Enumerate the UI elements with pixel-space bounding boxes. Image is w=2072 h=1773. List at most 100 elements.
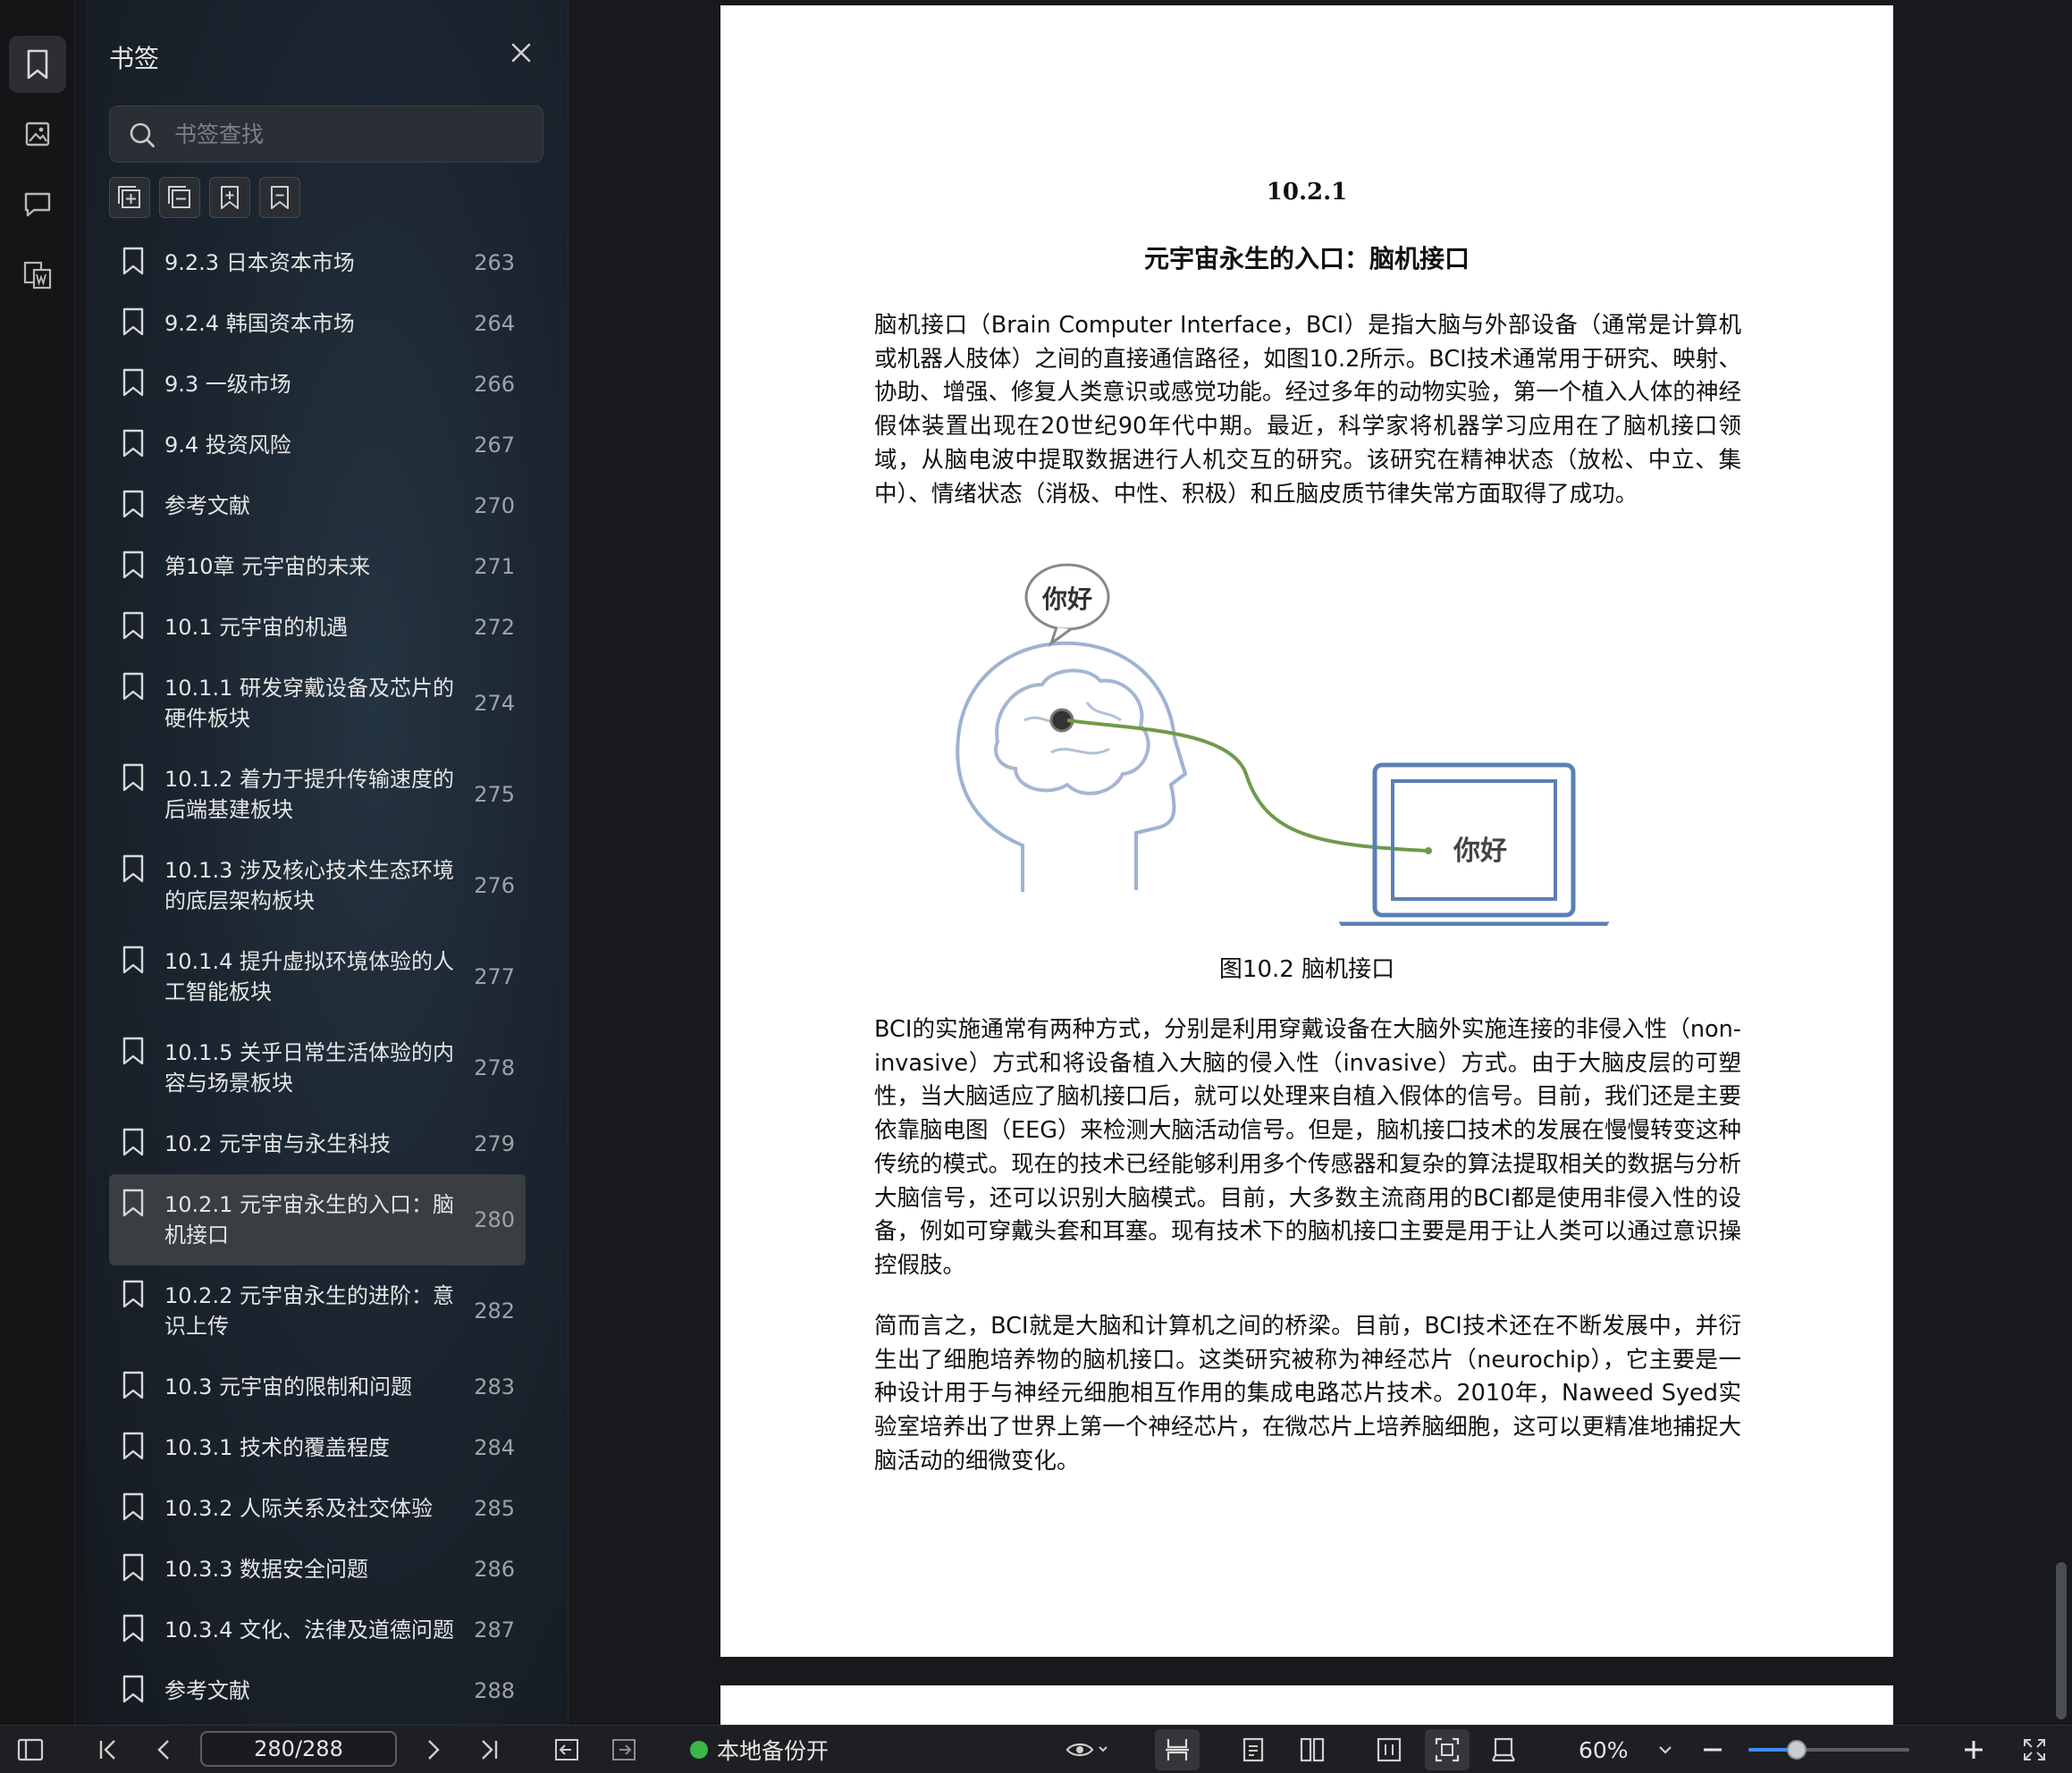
page-number-input[interactable]: 280/288 <box>200 1731 397 1767</box>
thumbnail-panel-button[interactable] <box>9 105 66 163</box>
bookmark-item[interactable]: 参考文献 270 <box>109 475 526 536</box>
backup-status[interactable]: 本地备份开 <box>690 1726 829 1773</box>
bookmark-label: 10.3.4 文化、法律及道德问题 <box>164 1618 454 1643</box>
bookmark-icon <box>122 359 164 397</box>
last-page-icon <box>482 1740 498 1760</box>
bookmark-label: 10.2 元宇宙与永生科技 <box>164 1131 392 1156</box>
zoom-dropdown-button[interactable] <box>1652 1726 1679 1773</box>
bookmark-panel-button[interactable] <box>9 36 66 93</box>
bci-illustration: 你好 你好 <box>956 563 1610 941</box>
bookmark-item[interactable]: 10.1.2 着力于提升传输速度的后端基建板块 275 <box>109 749 526 840</box>
zoom-out-button[interactable] <box>1697 1726 1729 1773</box>
bookmark-page-number: 288 <box>474 1678 515 1703</box>
zoom-in-button[interactable] <box>1958 1726 1990 1773</box>
bookmark-page-number: 277 <box>474 964 515 989</box>
bookmark-page-number: 280 <box>474 1207 515 1232</box>
continuous-page-button[interactable] <box>1155 1729 1200 1770</box>
fit-page-button[interactable] <box>1425 1729 1470 1770</box>
toggle-sidebar-button[interactable] <box>13 1726 48 1773</box>
bookmark-item[interactable]: 9.2.4 韩国资本市场 264 <box>109 293 526 354</box>
remove-bookmark-button[interactable] <box>259 177 300 218</box>
chevron-right-icon <box>428 1740 440 1760</box>
fullscreen-button[interactable] <box>2017 1726 2052 1773</box>
bookmark-search-input[interactable] <box>174 106 532 162</box>
bookmark-item[interactable]: 9.4 投资风险 267 <box>109 415 526 475</box>
bookmark-item[interactable]: 10.3.3 数据安全问题 286 <box>109 1539 526 1600</box>
bookmark-icon <box>122 542 164 579</box>
bookmark-item[interactable]: 10.3 元宇宙的限制和问题 283 <box>109 1357 526 1417</box>
bookmark-label: 10.3.3 数据安全问题 <box>164 1557 368 1582</box>
bookmark-item[interactable]: 10.2.2 元宇宙永生的进阶：意识上传 282 <box>109 1265 526 1357</box>
two-page-icon <box>1300 1737 1325 1762</box>
bookmark-item[interactable]: 10.1.4 提升虚拟环境体验的人工智能板块 277 <box>109 931 526 1022</box>
bookmark-search-box <box>109 105 543 163</box>
last-page-button[interactable] <box>474 1726 504 1773</box>
eye-protection-dropdown[interactable] <box>1060 1726 1114 1773</box>
zoom-slider-knob[interactable] <box>1787 1740 1807 1760</box>
bookmark-page-number: 285 <box>474 1496 515 1521</box>
bookmark-page-number: 284 <box>474 1435 515 1460</box>
go-forward-button[interactable] <box>608 1726 640 1773</box>
bookmark-icon <box>27 49 48 80</box>
bookmark-item[interactable]: 9.3 一级市场 266 <box>109 354 526 415</box>
document-scrollbar[interactable] <box>2056 1562 2067 1719</box>
add-bookmark-icon <box>221 186 239 209</box>
next-pdf-page <box>720 1685 1893 1730</box>
single-page-button[interactable] <box>1234 1726 1273 1773</box>
bookmark-icon <box>122 602 164 640</box>
close-panel-button[interactable] <box>506 38 536 68</box>
bubble-text: 你好 <box>1041 584 1092 614</box>
bookmark-icon <box>122 1028 164 1065</box>
bookmark-icon <box>122 1271 164 1308</box>
zoom-slider[interactable] <box>1748 1740 1909 1760</box>
expand-all-button[interactable] <box>109 177 150 218</box>
collapse-all-button[interactable] <box>159 177 200 218</box>
previous-page-button[interactable] <box>148 1726 179 1773</box>
close-icon <box>511 43 531 63</box>
bookmark-item[interactable]: 9.2.3 日本资本市场 263 <box>109 232 526 293</box>
plus-icon <box>1965 1741 1983 1759</box>
figure-caption: 图10.2 脑机接口 <box>1218 956 1395 983</box>
bookmark-label: 10.2.2 元宇宙永生的进阶：意识上传 <box>164 1283 454 1339</box>
bookmark-label: 10.1 元宇宙的机遇 <box>164 615 349 640</box>
bookmark-icon <box>122 1483 164 1521</box>
bookmark-page-number: 266 <box>474 372 515 397</box>
chevron-down-icon <box>1659 1746 1672 1754</box>
search-icon <box>130 122 155 147</box>
bookmark-icon <box>122 1666 164 1703</box>
bookmark-item[interactable]: 10.3.4 文化、法律及道德问题 287 <box>109 1600 526 1660</box>
comment-icon <box>24 192 51 217</box>
bookmark-item[interactable]: 第10章 元宇宙的未来 271 <box>109 536 526 597</box>
read-mode-button[interactable] <box>1484 1726 1523 1773</box>
comment-panel-button[interactable] <box>9 175 66 232</box>
bookmark-icon <box>122 845 164 883</box>
bookmark-label: 10.3.1 技术的覆盖程度 <box>164 1435 390 1460</box>
bookmark-item[interactable]: 参考文献 288 <box>109 1660 526 1721</box>
bookmark-item[interactable]: 10.3.2 人际关系及社交体验 285 <box>109 1478 526 1539</box>
next-page-button[interactable] <box>418 1726 449 1773</box>
bookmark-label: 第10章 元宇宙的未来 <box>164 554 371 579</box>
two-page-button[interactable] <box>1293 1726 1332 1773</box>
go-back-button[interactable] <box>551 1726 583 1773</box>
bookmark-item-selected[interactable]: 10.2.1 元宇宙永生的入口：脑机接口 280 <box>109 1174 526 1265</box>
first-page-icon <box>99 1740 115 1760</box>
bookmark-page-number: 282 <box>474 1298 515 1323</box>
zoom-level[interactable]: 60% <box>1579 1726 1629 1773</box>
bookmark-page-number: 279 <box>474 1131 515 1156</box>
bookmark-item[interactable]: 10.1 元宇宙的机遇 272 <box>109 597 526 658</box>
convert-panel-button[interactable] <box>9 247 66 304</box>
screen-text: 你好 <box>1453 836 1507 867</box>
bookmark-item[interactable]: 10.2 元宇宙与永生科技 279 <box>109 1113 526 1174</box>
collapse-all-icon <box>168 186 190 208</box>
bookmark-page-number: 278 <box>474 1055 515 1080</box>
bookmark-icon <box>122 481 164 518</box>
bookmark-item[interactable]: 10.1.1 研发穿戴设备及芯片的硬件板块 274 <box>109 658 526 749</box>
bookmark-item[interactable]: 10.1.3 涉及核心技术生态环境的底层架构板块 276 <box>109 840 526 931</box>
bookmark-item[interactable]: 10.1.5 关乎日常生活体验的内容与场景板块 278 <box>109 1022 526 1113</box>
fit-width-button[interactable] <box>1369 1726 1409 1773</box>
add-bookmark-button[interactable] <box>209 177 250 218</box>
body-paragraph-2: BCI的实施通常有两种方式，分别是利用穿戴设备在大脑外实施连接的非侵入性（non… <box>874 1016 1741 1279</box>
bookmark-icon <box>122 1362 164 1399</box>
first-page-button[interactable] <box>93 1726 123 1773</box>
bookmark-item[interactable]: 10.3.1 技术的覆盖程度 284 <box>109 1417 526 1478</box>
